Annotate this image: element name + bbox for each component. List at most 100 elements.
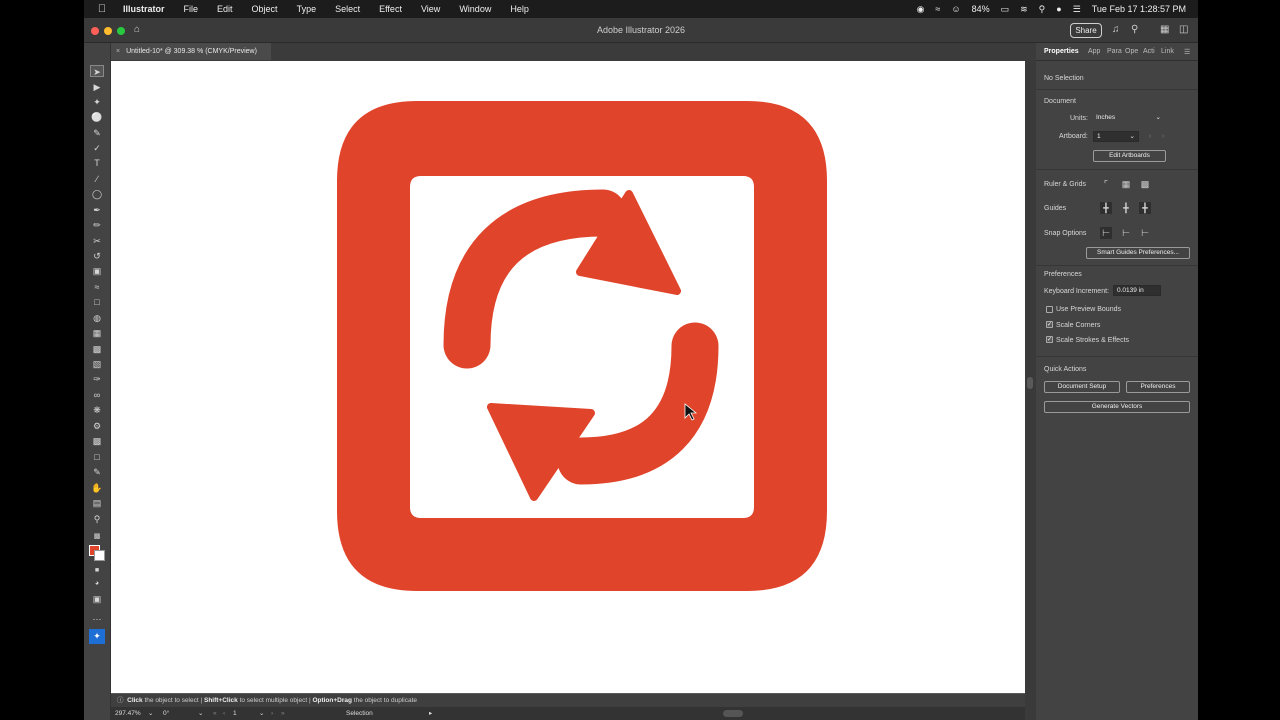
control-center-icon[interactable]: ☰ [1073,4,1081,15]
search-icon[interactable]: ⚲ [1039,4,1046,15]
artboard-number[interactable]: 1 [233,707,237,720]
document-setup-button[interactable]: Document Setup [1044,381,1120,393]
scale-strokes-checkbox[interactable]: ✓ [1046,336,1053,343]
menu-file[interactable]: File [184,4,199,14]
rotation-value[interactable]: 0° [163,707,169,720]
print-tiling-tool-icon[interactable]: ▤ [90,497,104,509]
ellipse-tool-icon[interactable]: ◯ [90,188,104,200]
bell-icon[interactable]: ♫ [1112,24,1120,35]
artboard-tool-icon[interactable]: □ [90,451,104,463]
tab-opentype[interactable]: Ope [1125,48,1138,55]
eyedropper-tool-icon[interactable]: ✑ [90,373,104,385]
scale-tool-icon[interactable]: ▣ [90,265,104,277]
scroll-thumb[interactable] [1027,377,1033,389]
keyboard-increment-field[interactable]: 0.0139 in [1113,285,1161,296]
last-artboard-icon[interactable]: » [281,707,285,720]
rounded-frame[interactable] [337,101,827,591]
zoom-tool-icon[interactable]: ⚲ [90,513,104,525]
hand-tool-icon[interactable]: ✋ [90,482,104,494]
menu-type[interactable]: Type [297,4,317,14]
color-mode-icon[interactable]: ■ [90,565,104,577]
menu-app[interactable]: Illustrator [123,4,165,14]
record-icon[interactable]: ◉ [917,4,925,15]
artboard-dropdown[interactable]: 1 ⌄ [1093,131,1139,142]
warp-tool-icon[interactable]: ≈ [90,281,104,293]
pen-tool-icon[interactable]: ✎ [90,127,104,139]
type-tool-icon[interactable]: T [90,157,104,169]
smart-guides-preferences-button[interactable]: Smart Guides Preferences... [1086,247,1190,259]
clock[interactable]: Tue Feb 17 1:28:57 PM [1092,4,1186,14]
menu-window[interactable]: Window [459,4,491,14]
mesh-tool-icon[interactable]: ▩ [90,343,104,355]
snap-to-grid-icon[interactable]: ⊢ [1120,227,1132,239]
pencil-tool-icon[interactable]: ✏ [90,219,104,231]
paintbrush-tool-icon[interactable]: ✒ [90,204,104,216]
rotate-tool-icon[interactable]: ↺ [90,250,104,262]
zoom-dropdown-icon[interactable]: ⌄ [148,707,153,720]
airdrop-icon[interactable]: ≈ [935,4,940,14]
magic-wand-tool-icon[interactable]: ✦ [90,96,104,108]
refresh-arrows-icon[interactable] [337,101,827,591]
menu-select[interactable]: Select [335,4,360,14]
apple-icon[interactable]:  [95,3,109,15]
ruler-icon[interactable]: ⌜ [1100,178,1112,190]
battery-icon[interactable]: ▭ [1001,4,1010,15]
blend-tool-icon[interactable]: ∞ [90,389,104,401]
tab-actions[interactable]: Acti [1143,48,1155,55]
snap-to-point-icon[interactable]: ⊢ [1100,227,1112,239]
stroke-swatch[interactable] [94,550,105,561]
horizontal-scrollbar[interactable] [723,710,743,717]
draw-mode-icon[interactable]: ◕ [90,578,104,590]
artboard[interactable] [111,61,1025,693]
menu-effect[interactable]: Effect [379,4,402,14]
snap-to-pixel-icon[interactable]: ⊢ [1139,227,1151,239]
default-colors-icon[interactable]: ▩ [90,531,104,543]
lower-arc[interactable] [557,322,719,485]
more-tools-icon[interactable]: ⋯ [90,613,104,625]
slice-tool-icon[interactable]: ✎ [90,466,104,478]
tab-paragraph[interactable]: Para [1107,48,1122,55]
units-dropdown[interactable]: Inches ⌄ [1093,113,1165,124]
scale-corners-checkbox[interactable]: ✓ [1046,321,1053,328]
shape-builder-tool-icon[interactable]: ◍ [90,312,104,324]
symbol-sprayer-tool-icon[interactable]: ❋ [90,404,104,416]
generate-vectors-button[interactable]: Generate Vectors [1044,401,1190,413]
line-tool-icon[interactable]: ∕ [90,173,104,185]
rotation-dropdown-icon[interactable]: ⌄ [198,707,203,720]
wifi-icon[interactable]: ≋ [1020,4,1028,15]
free-transform-tool-icon[interactable]: □ [90,296,104,308]
perspective-grid-tool-icon[interactable]: ▦ [90,327,104,339]
grid-icon[interactable]: ▦ [1120,178,1132,190]
screen-mode-icon[interactable]: ▣ [90,593,104,605]
use-preview-bounds-checkbox[interactable] [1046,306,1053,313]
vertical-scrollbar[interactable] [1025,61,1036,720]
close-tab-icon[interactable]: × [116,48,120,55]
pixel-grid-icon[interactable]: ▩ [1139,178,1151,190]
document-tab[interactable]: × Untitled-10* @ 309.38 % (CMYK/Preview) [111,43,271,60]
selection-tool-icon[interactable]: ➤ [90,65,104,77]
puppet-warp-tool-icon[interactable]: ⚙ [90,420,104,432]
generative-ai-icon[interactable]: ✦ [89,629,105,644]
search-icon[interactable]: ⚲ [1131,24,1138,35]
artboard-dropdown-icon[interactable]: ⌄ [259,707,264,720]
menu-edit[interactable]: Edit [217,4,233,14]
direct-selection-tool-icon[interactable]: ▶ [90,81,104,93]
upper-arc[interactable] [443,189,627,369]
menu-object[interactable]: Object [252,4,278,14]
gradient-tool-icon[interactable]: ▧ [90,358,104,370]
next-artboard-icon[interactable]: › [1162,133,1164,140]
zoom-level[interactable]: 297.47% [115,707,141,720]
mode-arrow-icon[interactable]: ▸ [429,707,432,720]
menu-help[interactable]: Help [510,4,529,14]
panel-menu-icon[interactable]: ☰ [1184,48,1190,56]
show-guides-icon[interactable]: ╋ [1100,202,1112,214]
tab-links[interactable]: Link [1161,48,1174,55]
scissors-tool-icon[interactable]: ✂ [90,235,104,247]
next-artboard-icon[interactable]: › [271,707,273,720]
tab-properties[interactable]: Properties [1044,48,1079,55]
graph-tool-icon[interactable]: ▩ [90,435,104,447]
lasso-tool-icon[interactable]: ⚪ [90,111,104,123]
arrange-icon[interactable]: ◫ [1179,24,1188,35]
lock-guides-icon[interactable]: ╋ [1120,202,1132,214]
edit-artboards-button[interactable]: Edit Artboards [1093,150,1166,162]
